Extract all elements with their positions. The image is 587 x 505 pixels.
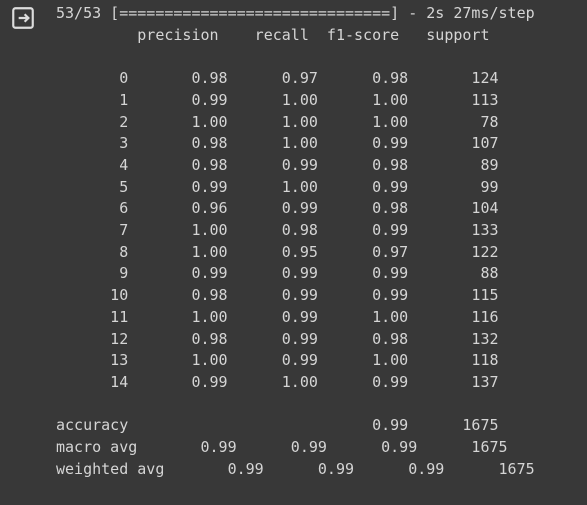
report-row-5: 5 0.99 1.00 0.99 99	[56, 177, 499, 196]
report-row-9: 9 0.99 0.99 0.99 88	[56, 264, 499, 283]
report-row-1: 1 0.99 1.00 1.00 113	[56, 90, 499, 109]
report-row-13: 13 1.00 0.99 1.00 118	[56, 351, 499, 370]
report-macro-avg: macro avg 0.99 0.99 0.99 1675	[56, 438, 508, 457]
report-row-10: 10 0.98 0.99 0.99 115	[56, 286, 499, 305]
report-header: precision recall f1-score support	[56, 25, 490, 44]
cell-output-text: 53/53 [==============================] -…	[56, 3, 535, 480]
report-row-2: 2 1.00 1.00 1.00 78	[56, 112, 499, 131]
report-row-11: 11 1.00 0.99 1.00 116	[56, 307, 499, 326]
report-row-0: 0 0.98 0.97 0.98 124	[56, 69, 499, 88]
report-row-7: 7 1.00 0.98 0.99 133	[56, 221, 499, 240]
progress-line: 53/53 [==============================] -…	[56, 4, 535, 22]
report-row-8: 8 1.00 0.95 0.97 122	[56, 242, 499, 261]
report-accuracy: accuracy 0.99 1675	[56, 416, 499, 435]
report-row-14: 14 0.99 1.00 0.99 137	[56, 372, 499, 391]
report-row-3: 3 0.98 1.00 0.99 107	[56, 134, 499, 153]
report-row-6: 6 0.96 0.99 0.98 104	[56, 199, 499, 218]
report-weighted-avg: weighted avg 0.99 0.99 0.99 1675	[56, 459, 535, 478]
output-exit-icon[interactable]	[10, 5, 36, 31]
report-row-12: 12 0.98 0.99 0.98 132	[56, 329, 499, 348]
report-row-4: 4 0.98 0.99 0.98 89	[56, 155, 499, 174]
